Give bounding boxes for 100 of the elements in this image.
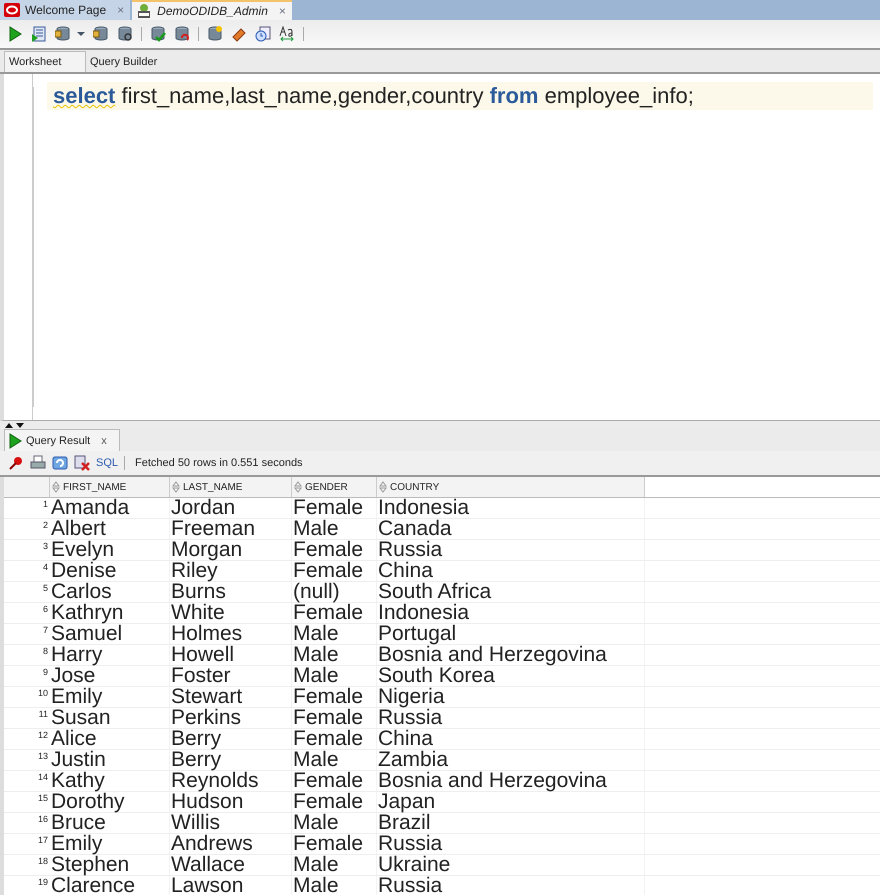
sort-icon[interactable] [172, 481, 180, 493]
table-cell: Amanda [50, 498, 170, 518]
table-cell: (null) [292, 582, 377, 602]
table-cell: Russia [377, 540, 645, 560]
table-cell: Stewart [170, 687, 292, 707]
pin-icon[interactable] [8, 455, 24, 471]
table-cell: South Korea [377, 666, 645, 686]
table-cell: Denise [50, 561, 170, 581]
table-cell: Male [292, 645, 377, 665]
column-header[interactable]: LAST_NAME [170, 477, 292, 497]
table-cell: Kathy [50, 771, 170, 791]
table-cell: Russia [377, 708, 645, 728]
table-cell: Stephen [50, 855, 170, 875]
table-cell: China [377, 561, 645, 581]
table-cell: Evelyn [50, 540, 170, 560]
sort-icon[interactable] [379, 481, 387, 493]
table-cell: Holmes [170, 624, 292, 644]
table-cell: Susan [50, 708, 170, 728]
sort-icon[interactable] [294, 481, 302, 493]
splitter-arrows-icon[interactable] [4, 421, 26, 429]
run-icon [7, 432, 23, 448]
column-header[interactable]: GENDER [292, 477, 377, 497]
table-cell: South Africa [377, 582, 645, 602]
caret-icon[interactable] [77, 31, 85, 37]
table-cell: Kathryn [50, 603, 170, 623]
table-cell: Clarence [50, 876, 170, 895]
table-cell: Berry [170, 729, 292, 749]
table-cell: Female [292, 561, 377, 581]
oracle-icon [4, 2, 20, 18]
clear-icon[interactable] [74, 455, 90, 471]
table-cell: Portugal [377, 624, 645, 644]
row-number: 16 [38, 813, 48, 825]
eraser-icon[interactable] [231, 26, 247, 42]
table-cell: Female [292, 708, 377, 728]
table-cell: Dorothy [50, 792, 170, 812]
table-cell: Morgan [170, 540, 292, 560]
table-cell: Zambia [377, 750, 645, 770]
row-number: 9 [42, 666, 48, 678]
table-cell: Male [292, 519, 377, 539]
table-cell: Emily [50, 687, 170, 707]
font-icon[interactable] [279, 26, 295, 42]
table-cell: Male [292, 624, 377, 644]
close-icon[interactable]: × [278, 4, 286, 18]
table-cell: Emily [50, 834, 170, 854]
row-number: 19 [38, 876, 48, 888]
table-cell: Jordan [170, 498, 292, 518]
table-cell: Female [292, 687, 377, 707]
rollback-icon[interactable] [174, 26, 190, 42]
table-cell: Russia [377, 834, 645, 854]
document-tab[interactable]: Welcome Page × [0, 0, 130, 20]
table-cell: Female [292, 792, 377, 812]
table-cell: China [377, 729, 645, 749]
clock-icon[interactable] [255, 26, 271, 42]
table-cell: Jose [50, 666, 170, 686]
table-cell: Ukraine [377, 855, 645, 875]
table-cell: Nigeria [377, 687, 645, 707]
column-header[interactable]: COUNTRY [377, 477, 645, 497]
table-cell: Riley [170, 561, 292, 581]
sort-icon[interactable] [52, 481, 60, 493]
print-icon[interactable] [30, 455, 46, 471]
table-cell: Female [292, 771, 377, 791]
table-cell: Male [292, 666, 377, 686]
table-cell: Albert [50, 519, 170, 539]
column-header[interactable]: FIRST_NAME [50, 477, 170, 497]
row-number: 6 [42, 603, 48, 615]
table-cell: Reynolds [170, 771, 292, 791]
table-cell: Female [292, 603, 377, 623]
table-cell: Brazil [377, 813, 645, 833]
row-number: 2 [42, 519, 48, 531]
document-tab[interactable]: DemoODIDB_Admin × [132, 0, 292, 20]
table-cell: White [170, 603, 292, 623]
row-number: 8 [42, 645, 48, 657]
table-cell: Canada [377, 519, 645, 539]
sql-link[interactable]: SQL [96, 457, 118, 469]
table-cell: Willis [170, 813, 292, 833]
table-cell: Female [292, 729, 377, 749]
editor-tab[interactable]: Query Builder [86, 52, 174, 72]
editor-tab[interactable]: Worksheet [4, 51, 86, 72]
result-tab[interactable]: Query Result x [4, 429, 120, 451]
table-cell: Male [292, 855, 377, 875]
table-cell: Hudson [170, 792, 292, 812]
row-number: 11 [38, 708, 48, 720]
table-cell: Lawson [170, 876, 292, 895]
row-number: 17 [38, 834, 48, 846]
row-number: 15 [38, 792, 48, 804]
table-cell: Perkins [170, 708, 292, 728]
commit-icon[interactable] [150, 26, 166, 42]
table-cell: Foster [170, 666, 292, 686]
table-cell: Bosnia and Herzegovina [377, 645, 645, 665]
refresh-icon[interactable] [52, 455, 68, 471]
table-cell: Freeman [170, 519, 292, 539]
table-cell: Burns [170, 582, 292, 602]
row-number: 18 [38, 855, 48, 867]
row-number: 10 [38, 687, 48, 699]
sql-statement[interactable]: select first_name,last_name,gender,country from employee_info; [47, 82, 873, 110]
table-cell: Indonesia [377, 498, 645, 518]
table-cell: Bosnia and Herzegovina [377, 771, 645, 791]
row-number: 5 [42, 582, 48, 594]
run-icon[interactable] [7, 26, 23, 42]
run-script-icon[interactable] [31, 26, 47, 42]
